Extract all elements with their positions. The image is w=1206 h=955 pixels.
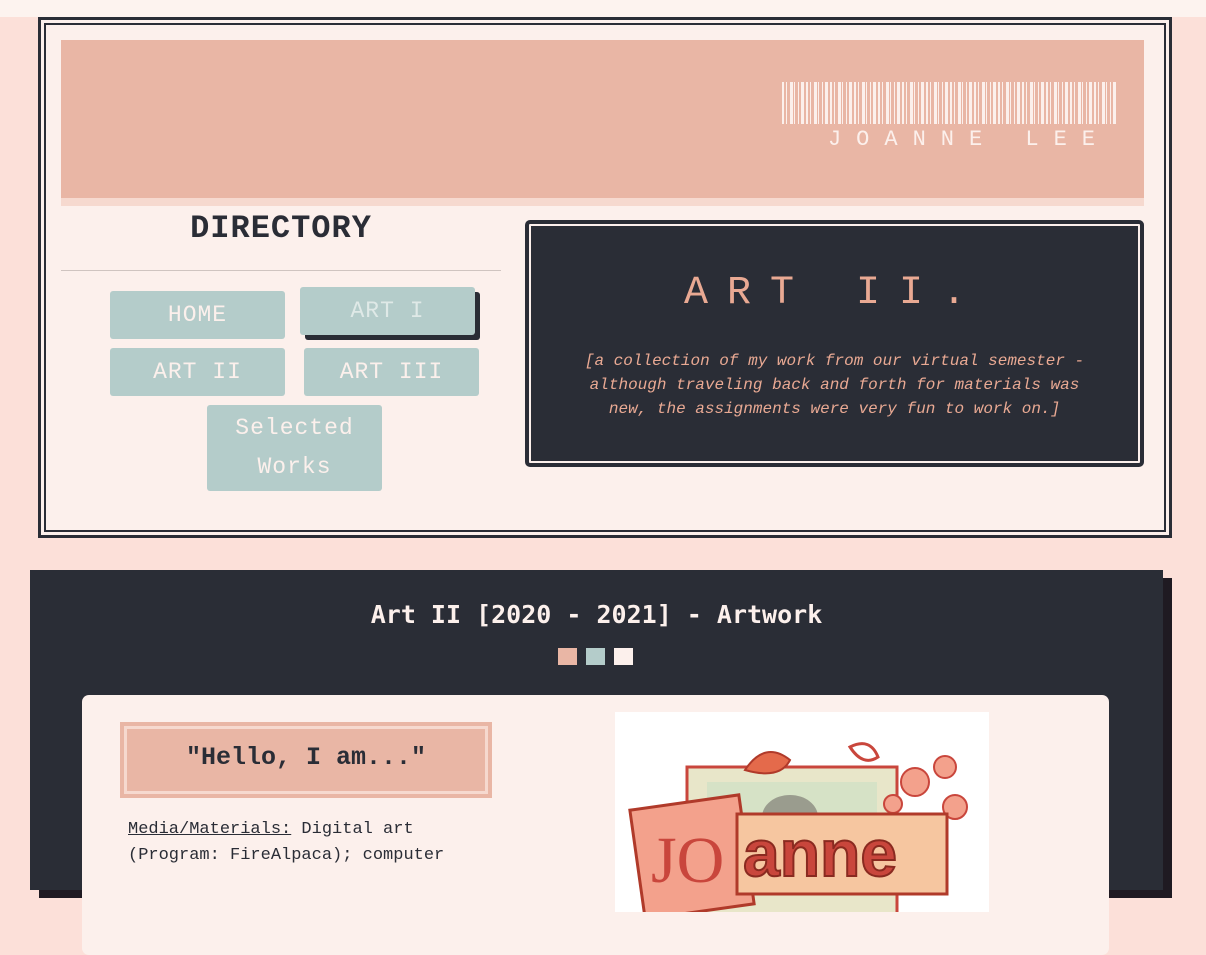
color-swatches bbox=[558, 648, 633, 665]
artwork-card: "Hello, I am..." Media/Materials: Digita… bbox=[82, 695, 1109, 955]
directory-divider bbox=[61, 270, 501, 271]
brand-name: JOANNE LEE bbox=[827, 127, 1110, 152]
nav-button-selected-works[interactable]: Selected Works bbox=[207, 405, 382, 491]
directory-title: DIRECTORY bbox=[190, 210, 372, 247]
artwork-text-anne: anne bbox=[743, 816, 897, 890]
header-frame: JOANNE LEE DIRECTORY HOME ART I ART II A… bbox=[38, 17, 1172, 538]
nav-button-art-iii[interactable]: ART III bbox=[304, 348, 479, 396]
swatch-cream bbox=[614, 648, 633, 665]
barcode-icon bbox=[782, 82, 1118, 124]
panel-description: [a collection of my work from our virtua… bbox=[584, 352, 1085, 418]
art-ii-panel: ART II. [a collection of my work from ou… bbox=[525, 220, 1144, 467]
swatch-sage bbox=[586, 648, 605, 665]
swatch-pink bbox=[558, 648, 577, 665]
panel-title: ART II. bbox=[683, 271, 986, 316]
artwork-section: Art II [2020 - 2021] - Artwork "Hello, I… bbox=[30, 570, 1163, 955]
banner: JOANNE LEE bbox=[61, 40, 1144, 198]
nav-button-selected-works-line1: Selected bbox=[235, 415, 354, 441]
nav-button-art-i[interactable]: ART I bbox=[300, 287, 475, 335]
media-materials: Media/Materials: Digital art (Program: F… bbox=[128, 817, 488, 869]
nav-button-selected-works-line2: Works bbox=[257, 454, 332, 480]
nav-button-home[interactable]: HOME bbox=[110, 291, 285, 339]
artwork-heading: "Hello, I am..." bbox=[120, 722, 492, 798]
banner-underline bbox=[61, 198, 1144, 206]
nav-button-art-ii[interactable]: ART II bbox=[110, 348, 285, 396]
media-label: Media/Materials: bbox=[128, 820, 292, 839]
top-strip bbox=[0, 0, 1206, 17]
section-title: Art II [2020 - 2021] - Artwork bbox=[370, 600, 823, 629]
artwork-illustration: JO anne bbox=[628, 742, 968, 912]
artwork-text-jo: JO bbox=[651, 824, 724, 897]
artwork-image[interactable]: JO anne bbox=[615, 712, 989, 912]
